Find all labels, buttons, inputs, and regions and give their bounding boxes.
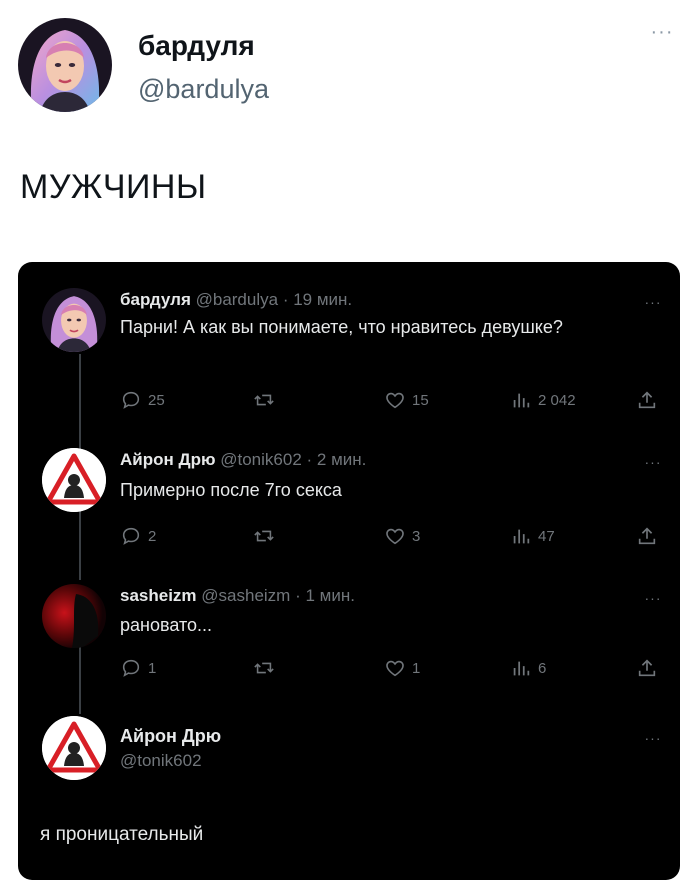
reply-icon xyxy=(122,659,140,677)
share-button[interactable] xyxy=(636,388,658,412)
repost-icon xyxy=(254,662,274,674)
like-count: 1 xyxy=(412,659,421,677)
reply-button[interactable]: 25 xyxy=(120,388,165,412)
views-count: 47 xyxy=(538,527,555,545)
more-options-icon[interactable]: ··· xyxy=(640,455,666,469)
author-handle[interactable]: @bardulya xyxy=(138,74,269,105)
warning-sign-avatar-icon xyxy=(42,716,106,780)
reply-icon xyxy=(122,527,140,545)
separator: · xyxy=(295,586,301,605)
share-button[interactable] xyxy=(636,524,658,548)
post-text: Примерно после 7го секса xyxy=(120,480,342,500)
post-author-handle[interactable]: @tonik602 xyxy=(220,450,302,469)
thread-line xyxy=(79,506,81,580)
like-icon xyxy=(386,660,404,677)
post-actions: 1 1 6 xyxy=(120,656,660,680)
post-author-name[interactable]: sasheizm xyxy=(120,586,197,605)
like-button[interactable]: 1 xyxy=(384,656,420,680)
post-time[interactable]: 2 мин. xyxy=(317,450,366,469)
separator: · xyxy=(282,290,289,309)
post-author-name[interactable]: Айрон Дрю xyxy=(120,726,221,747)
like-icon xyxy=(386,392,404,409)
reply-count: 25 xyxy=(148,391,165,409)
like-button[interactable]: 3 xyxy=(384,524,420,548)
post-author-name[interactable]: бардуля xyxy=(120,290,191,309)
warning-sign-avatar-icon xyxy=(42,448,106,512)
like-count: 15 xyxy=(412,391,429,409)
avatar[interactable] xyxy=(42,584,106,648)
post-author-handle[interactable]: @bardulya xyxy=(196,290,278,309)
repost-button[interactable] xyxy=(252,388,282,412)
share-icon xyxy=(638,659,656,677)
reply-icon xyxy=(122,391,140,409)
share-icon xyxy=(638,527,656,545)
post-text: рановато... xyxy=(120,615,213,635)
like-count: 3 xyxy=(412,527,421,545)
avatar-portrait-icon xyxy=(42,288,106,352)
views-button[interactable]: 2 042 xyxy=(510,388,576,412)
like-button[interactable]: 15 xyxy=(384,388,429,412)
more-options-icon[interactable]: ··· xyxy=(640,295,666,309)
post-meta: бардуля @bardulya · 19 мин. xyxy=(120,290,352,310)
post-meta: Айрон Дрю @tonik602 · 2 мин. xyxy=(120,450,366,470)
views-icon xyxy=(513,393,530,408)
repost-icon xyxy=(254,394,274,406)
avatar-portrait-icon xyxy=(18,18,112,112)
post-text: я проницательный xyxy=(40,824,204,845)
dark-portrait-avatar-icon xyxy=(42,584,106,648)
reply-button[interactable]: 1 xyxy=(120,656,156,680)
post-author-name[interactable]: Айрон Дрю xyxy=(120,450,216,469)
tweet-text: МУЖЧИНЫ xyxy=(20,168,207,206)
post-time[interactable]: 19 мин. xyxy=(293,290,352,309)
author-name[interactable]: бардуля xyxy=(138,30,255,62)
post-time[interactable]: 1 мин. xyxy=(305,586,354,605)
post-author-handle[interactable]: @sasheizm xyxy=(201,586,290,605)
share-button[interactable] xyxy=(636,656,658,680)
separator: · xyxy=(306,450,313,469)
repost-button[interactable] xyxy=(252,656,282,680)
avatar[interactable] xyxy=(42,716,106,780)
reply-count: 1 xyxy=(148,659,157,677)
more-options-icon[interactable]: ··· xyxy=(648,22,676,42)
outer-tweet-header: бардуля @bardulya ··· xyxy=(18,18,682,114)
thread-line xyxy=(79,354,81,452)
post-author-handle[interactable]: @tonik602 xyxy=(120,751,221,771)
views-button[interactable]: 6 xyxy=(510,656,546,680)
avatar[interactable] xyxy=(18,18,112,112)
like-icon xyxy=(386,528,404,545)
more-options-icon[interactable]: ··· xyxy=(640,731,666,745)
views-icon xyxy=(513,529,530,544)
post-meta: sasheizm @sasheizm · 1 мин. xyxy=(120,586,355,606)
thread-line xyxy=(79,646,81,714)
post-actions: 25 15 2 042 xyxy=(120,388,660,412)
post-text: Парни! А как вы понимаете, что нравитесь… xyxy=(120,317,563,337)
views-count: 2 042 xyxy=(538,391,576,409)
embedded-thread-screenshot: бардуля @bardulya · 19 мин. ··· Парни! А… xyxy=(18,262,680,880)
repost-button[interactable] xyxy=(252,524,282,548)
reply-count: 2 xyxy=(148,527,157,545)
focused-post-author: Айрон Дрю @tonik602 xyxy=(120,726,221,771)
reply-button[interactable]: 2 xyxy=(120,524,156,548)
views-icon xyxy=(513,661,530,676)
repost-icon xyxy=(254,530,274,542)
post-actions: 2 3 47 xyxy=(120,524,660,548)
avatar[interactable] xyxy=(42,288,106,352)
share-icon xyxy=(638,391,656,409)
views-count: 6 xyxy=(538,659,547,677)
views-button[interactable]: 47 xyxy=(510,524,555,548)
more-options-icon[interactable]: ··· xyxy=(640,591,666,605)
avatar[interactable] xyxy=(42,448,106,512)
